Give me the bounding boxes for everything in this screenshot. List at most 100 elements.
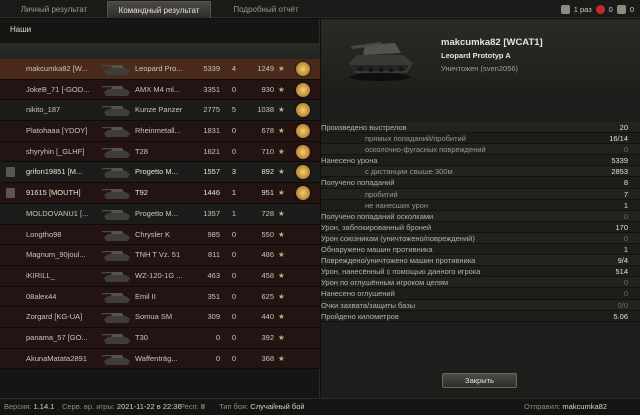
xp-value: 458 bbox=[261, 270, 274, 280]
team-row[interactable]: 91615 [MOUTH] T92 1446 1 951 ★ bbox=[0, 183, 320, 204]
star-icon: ★ bbox=[278, 126, 285, 136]
team-row[interactable]: AkunaMatata2891 Waffenträg... 0 0 368 ★ bbox=[0, 348, 320, 370]
frags-value: 3 bbox=[231, 167, 237, 177]
stat-value: 0 bbox=[623, 289, 628, 299]
player-name: AkunaMatata2891 bbox=[26, 353, 87, 363]
stat-value: 20 bbox=[619, 123, 628, 132]
tank-icon bbox=[102, 230, 130, 241]
frags-value: 5 bbox=[231, 105, 237, 115]
version-info: Версия: 1.14.1 bbox=[4, 402, 55, 411]
player-name: Longtho98 bbox=[26, 229, 62, 239]
stat-row: Обнаружено машин противника 1 bbox=[321, 244, 640, 256]
xp-value: 1038 bbox=[257, 105, 274, 115]
stat-label: Повреждено/уничтожено машин противника bbox=[321, 256, 476, 266]
team-row[interactable]: MOLDOVANU1 [... Progetto M... 1357 1 728 ★ bbox=[0, 203, 320, 225]
star-icon: ★ bbox=[278, 353, 285, 363]
team-row[interactable]: grifon19851 [M... Progetto M... 1557 3 892 ★ bbox=[0, 162, 320, 184]
team-row[interactable]: makcumka82 [W... Leopard Pro... 5339 4 1249 ★ bbox=[0, 59, 320, 80]
vehicle-name: Leopard Pro... bbox=[135, 64, 183, 73]
vehicle-name: TNH T Vz. 51 bbox=[135, 250, 181, 260]
frags-value: 0 bbox=[231, 250, 237, 260]
frags-value: 0 bbox=[231, 291, 237, 301]
star-icon: ★ bbox=[278, 188, 285, 198]
stat-label: Нанесено урона bbox=[321, 156, 378, 166]
xp-value: 368 bbox=[261, 353, 274, 363]
like-count: 0 bbox=[608, 4, 613, 14]
tank-icon bbox=[102, 106, 130, 117]
frags-value: 0 bbox=[231, 312, 237, 322]
team-row[interactable]: nikito_187 Kunze Panzer 2775 5 1038 ★ bbox=[0, 100, 320, 122]
team-row[interactable]: panama_57 [GO... T30 0 0 392 ★ bbox=[0, 327, 320, 349]
team-row[interactable]: iKIRILL_ WZ-120-1G ... 463 0 458 ★ bbox=[0, 265, 320, 287]
detail-panel: makcumka82 [WCAT1] Leopard Prototyp A Ун… bbox=[321, 19, 640, 398]
team-row[interactable]: JokeB_71 [-GOD... AMX M4 ml... 3351 0 930 ★ bbox=[0, 79, 320, 101]
xp-value: 678 bbox=[261, 126, 274, 136]
vehicle-name: Waffenträg... bbox=[135, 353, 178, 363]
team-row[interactable]: Magnum_90joul... TNH T Vz. 51 811 0 486 ★ bbox=[0, 245, 320, 266]
stat-value: 1 bbox=[623, 200, 628, 210]
stat-label: Урон по оглушённым игроком целям bbox=[321, 278, 449, 288]
xp-value: 951 bbox=[261, 188, 274, 198]
xp-value: 1249 bbox=[257, 64, 274, 73]
star-icon: ★ bbox=[278, 208, 285, 218]
stat-value: 0 bbox=[623, 211, 628, 221]
stat-label: осколочно-фугасных повреждений bbox=[365, 145, 486, 155]
damage-value: 1557 bbox=[203, 167, 220, 177]
xp-value: 728 bbox=[261, 208, 274, 218]
tab-detailed[interactable]: Подробный отчёт bbox=[214, 1, 318, 18]
team-row[interactable]: 08alex44 Emil II 351 0 625 ★ bbox=[0, 286, 320, 308]
stat-label: Пройдено километров bbox=[321, 311, 399, 321]
stat-value: 9/4 bbox=[617, 256, 628, 266]
stat-value: 7 bbox=[623, 189, 628, 199]
vehicle-name: Emil II bbox=[135, 291, 156, 301]
frags-value: 0 bbox=[231, 126, 237, 136]
close-button[interactable]: Закрыть bbox=[442, 373, 517, 388]
medal-icon[interactable] bbox=[296, 82, 310, 97]
tank-name: Leopard Prototyp A bbox=[441, 51, 511, 60]
stat-row: Произведено выстрелов 20 bbox=[321, 122, 640, 134]
stat-row: Пройдено километров 5.06 bbox=[321, 311, 640, 322]
medal-icon[interactable] bbox=[296, 103, 310, 118]
medal-icon[interactable] bbox=[296, 186, 310, 201]
team-row[interactable]: Platohaaa [YDOY] Rheinmetall... 1831 0 678 ★ bbox=[0, 121, 320, 142]
medal-icon[interactable] bbox=[296, 144, 310, 159]
vehicle-name: Progetto M... bbox=[135, 167, 178, 177]
team-row[interactable]: Longtho98 Chrysler K 985 0 550 ★ bbox=[0, 224, 320, 246]
stat-row: Урон, заблокированный броней 170 bbox=[321, 222, 640, 233]
player-name: Zorgard [KG-UA] bbox=[26, 312, 83, 322]
medal-icon[interactable] bbox=[296, 62, 310, 76]
medal-icon[interactable] bbox=[296, 124, 310, 139]
player-name: MOLDOVANU1 [... bbox=[26, 208, 89, 218]
stat-row: Получено попаданий 8 bbox=[321, 177, 640, 189]
team-panel: Наши ▮ ♟ ▬▰ ◖ ⛟ ★ ⚙ makcumka82 [W...Leop… bbox=[0, 19, 320, 398]
top-right-counters: 1 раз 0 0 bbox=[560, 3, 634, 15]
damage-value: 1446 bbox=[203, 188, 220, 198]
stat-label: Урон, нанесённый с помощью данного игрок… bbox=[321, 267, 481, 277]
damage-value: 309 bbox=[207, 312, 220, 322]
vehicle-name: T92 bbox=[135, 188, 148, 198]
star-icon: ★ bbox=[278, 229, 285, 239]
team-row[interactable]: shyryhin [_GLHF] T28 1621 0 710 ★ bbox=[0, 141, 320, 163]
xp-value: 892 bbox=[261, 167, 274, 177]
player-name: 91615 [MOUTH] bbox=[26, 188, 81, 198]
frags-value: 0 bbox=[231, 353, 237, 363]
stat-row: Урон по оглушённым игроком целям 0 bbox=[321, 277, 640, 289]
stat-row: с дистанции свыше 300м 2853 bbox=[321, 166, 640, 178]
player-card: makcumka82 [WCAT1] Leopard Prototyp A Ун… bbox=[321, 19, 640, 99]
tank-image bbox=[349, 42, 413, 81]
battle-type-info: Тип боя: Случайный бой bbox=[219, 402, 305, 411]
stat-row: Очки захвата/защиты базы 0/0 bbox=[321, 299, 640, 311]
tank-icon bbox=[102, 354, 130, 365]
tab-team[interactable]: Командный результат bbox=[107, 1, 211, 18]
damage-value: 0 bbox=[215, 332, 220, 342]
xp-value: 710 bbox=[261, 146, 274, 156]
star-icon: ★ bbox=[278, 64, 285, 73]
tab-personal[interactable]: Личный результат bbox=[4, 1, 104, 18]
tank-icon bbox=[102, 313, 130, 324]
team-row[interactable]: Zorgard [KG-UA] Somua SM 309 0 440 ★ bbox=[0, 307, 320, 328]
damage-value: 3351 bbox=[203, 84, 220, 94]
stat-value: 0 bbox=[623, 233, 628, 243]
medal-icon[interactable] bbox=[296, 165, 310, 180]
star-icon: ★ bbox=[278, 84, 285, 94]
damage-value: 1357 bbox=[203, 208, 220, 218]
